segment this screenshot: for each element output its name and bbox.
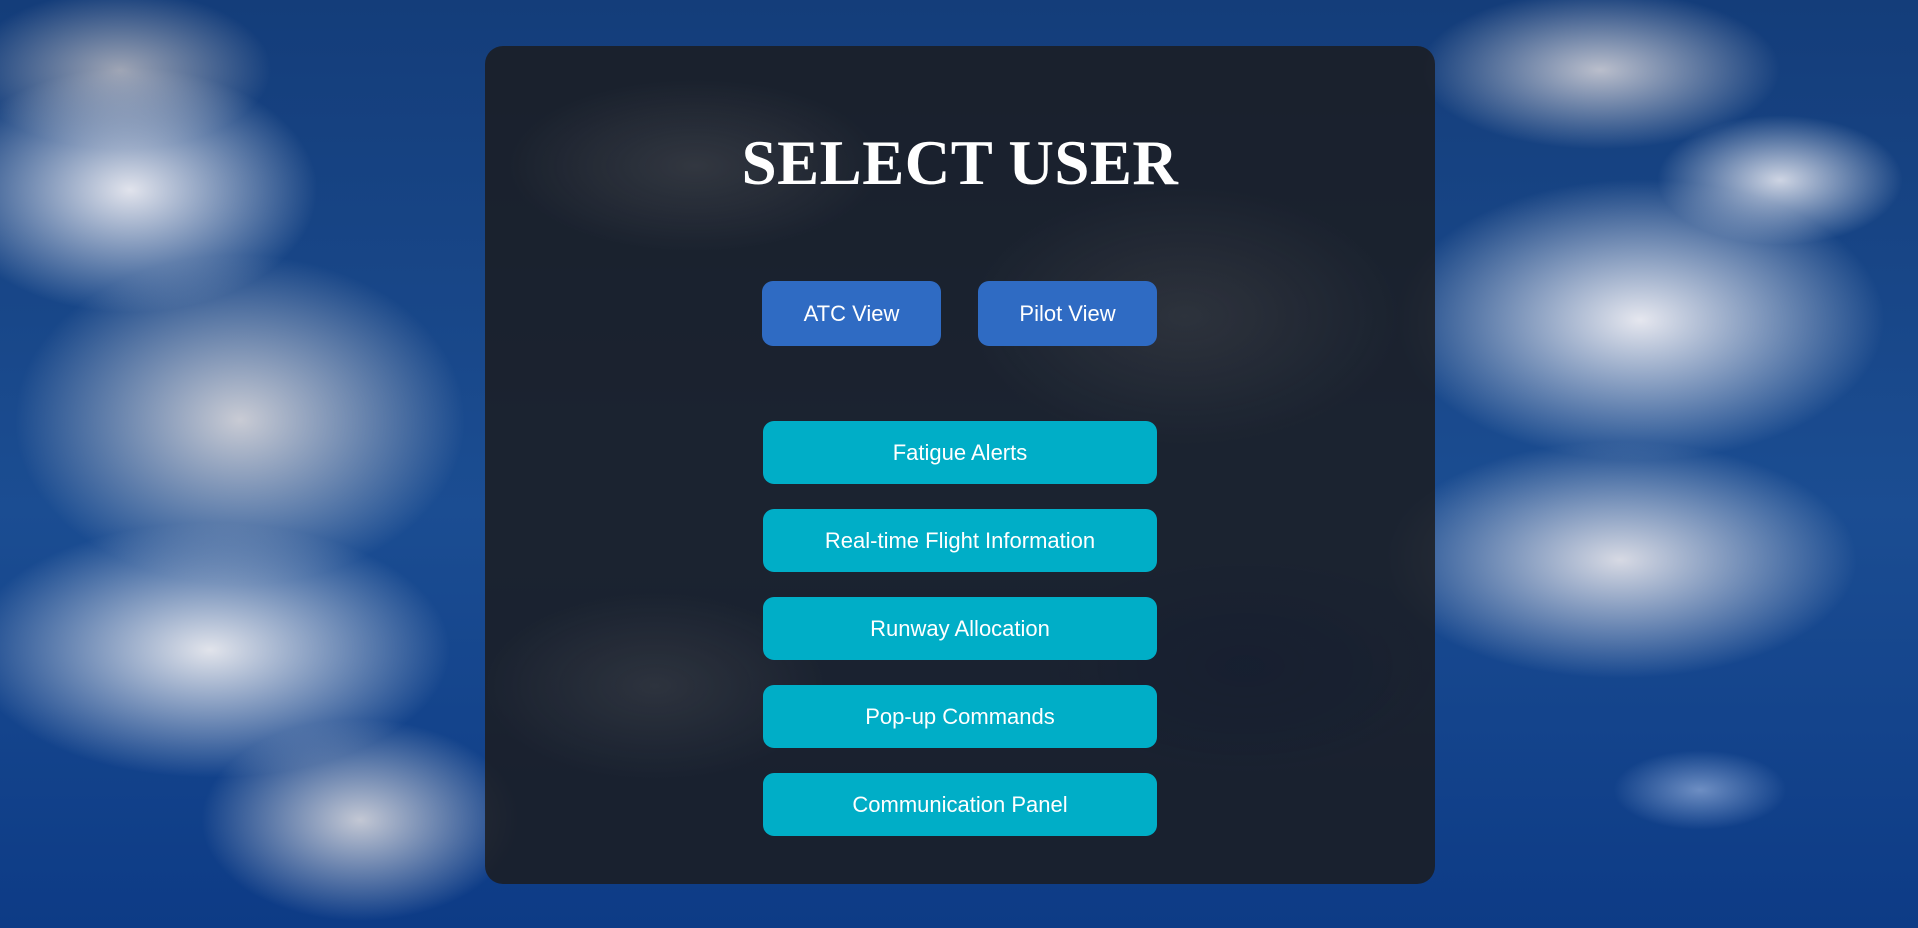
flight-information-button[interactable]: Real-time Flight Information: [763, 509, 1157, 572]
popup-commands-button[interactable]: Pop-up Commands: [763, 685, 1157, 748]
user-selection-panel: SELECT USER ATC View Pilot View Fatigue …: [485, 46, 1435, 884]
view-selector: ATC View Pilot View: [762, 281, 1157, 346]
pilot-view-button[interactable]: Pilot View: [978, 281, 1157, 346]
feature-menu: Fatigue Alerts Real-time Flight Informat…: [763, 421, 1157, 836]
page-title: SELECT USER: [741, 128, 1179, 198]
atc-view-button[interactable]: ATC View: [762, 281, 941, 346]
communication-panel-button[interactable]: Communication Panel: [763, 773, 1157, 836]
fatigue-alerts-button[interactable]: Fatigue Alerts: [763, 421, 1157, 484]
runway-allocation-button[interactable]: Runway Allocation: [763, 597, 1157, 660]
